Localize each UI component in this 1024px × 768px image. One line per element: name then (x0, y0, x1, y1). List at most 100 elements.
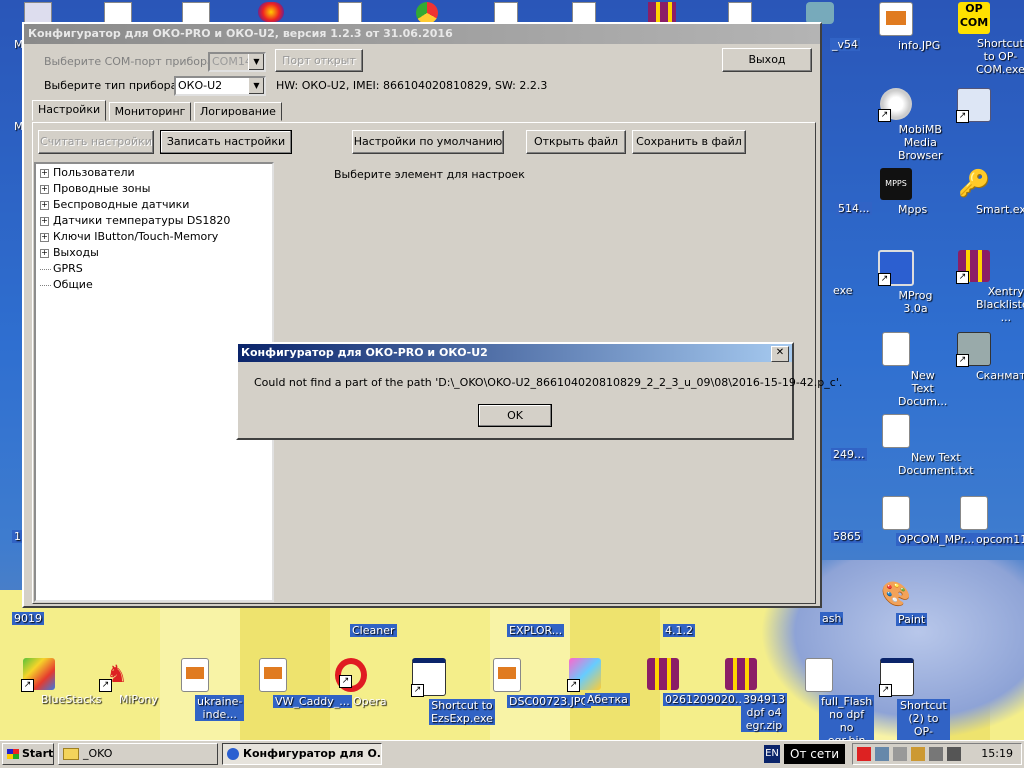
usb-icon[interactable] (947, 747, 961, 761)
tree-item-wireless-sensors[interactable]: + Беспроводные датчики (40, 197, 189, 213)
archive-icon[interactable] (648, 2, 676, 22)
desktop-top-row (20, 0, 834, 24)
device-type-select[interactable]: ОКО-U2 ▼ (174, 76, 266, 96)
image-file-icon[interactable] (572, 2, 596, 24)
desktop-icon-info-jpg[interactable]: info.JPG (857, 2, 940, 52)
desktop-icon-abetka[interactable]: ↗ Абетка (546, 658, 630, 706)
chevron-down-icon: ▼ (248, 78, 264, 94)
windows-logo-icon (7, 749, 19, 759)
desktop-icon-ukraine[interactable]: ukraine-inde... (156, 658, 245, 721)
read-settings-button[interactable]: Считать настройки (38, 130, 154, 154)
exit-button[interactable]: Выход (722, 48, 812, 72)
desktop-icon-0261209020[interactable]: 0261209020... (624, 658, 748, 706)
desktop-icon-ezsexp[interactable]: ↗ Shortcut to EzsExp.exe (390, 658, 495, 725)
desktop-icon-paint[interactable]: 🎨 Paint (857, 578, 935, 626)
tray-app-icon[interactable] (857, 747, 871, 761)
language-indicator[interactable]: EN (764, 745, 780, 763)
my-computer-icon[interactable] (24, 2, 52, 24)
desktop-icon-newtext1[interactable]: New Text Docum... (857, 332, 947, 408)
start-button[interactable]: Start (2, 743, 54, 765)
image-file-icon (493, 658, 521, 692)
image-file-icon (259, 658, 287, 692)
expand-icon[interactable]: + (40, 232, 49, 242)
desktop-icon-vwcaddy[interactable]: VW_Caddy_... (234, 658, 352, 708)
mpps-icon: MPPS (880, 168, 912, 200)
app-icon[interactable] (258, 2, 284, 22)
desktop-icon-394913[interactable]: 394913 dpf o4 egr.zip (702, 658, 787, 732)
power-status-tooltip: От сети (784, 744, 846, 764)
expand-icon[interactable]: + (40, 184, 49, 194)
bluestacks-icon: ↗ (21, 658, 55, 692)
tree-item-general[interactable]: Общие (40, 277, 93, 293)
error-message: Could not find a part of the path 'D:\_O… (254, 376, 843, 389)
ok-button[interactable]: OK (478, 404, 552, 427)
open-file-button[interactable]: Открыть файл (526, 130, 626, 154)
image-file-icon[interactable] (338, 2, 362, 24)
desktop-icon-mobimb[interactable]: ↗ MobiMB Media Browser (857, 88, 943, 162)
tree-item-temperature-sensors[interactable]: + Датчики температуры DS1820 (40, 213, 230, 229)
battery-icon[interactable] (929, 747, 943, 761)
desktop-icon-fullflash[interactable]: full_Flash no dpf no egr.bin (780, 658, 875, 747)
desktop-icon-opcom2[interactable]: ↗ Shortcut (2) to OP-COM.exe (858, 658, 950, 751)
document-icon[interactable] (182, 2, 210, 24)
error-dialog: Конфигуратор для ОКО-PRO и ОКО-U2 ✕ Coul… (236, 342, 842, 440)
text-file-icon (882, 414, 910, 448)
com-port-select[interactable]: COM14 ▼ (208, 52, 266, 72)
desktop-icon-opcom[interactable]: OP COM Shortcut to OP-COM.exe (935, 2, 1024, 76)
image-file-icon[interactable] (494, 2, 518, 24)
desktop-icon-mipony[interactable]: ♞ ↗ MiPony (78, 658, 158, 706)
mobimb-icon: ↗ (878, 88, 912, 122)
tab-monitoring[interactable]: Мониторинг (108, 102, 192, 121)
document-icon[interactable] (104, 2, 132, 24)
key-icon: 🔑 (958, 169, 991, 199)
opera-icon: ↗ (335, 658, 367, 692)
desktop-icon-mpps[interactable]: MPPS Mpps (857, 168, 935, 216)
port-open-button[interactable]: Порт открыт (275, 49, 363, 72)
desktop-icon-bluestacks[interactable]: ↗ BlueStacks (0, 658, 102, 706)
device-type-label: Выберите тип прибора: (44, 79, 182, 92)
chevron-down-icon: ▼ (248, 54, 264, 70)
clock[interactable]: 15:19 (981, 744, 1013, 764)
desktop-icon-dsc00723[interactable]: DSC00723.JPG (468, 658, 592, 708)
desktop-icon-opcom111[interactable]: opcom111.ept (935, 496, 1024, 546)
mipony-icon: ♞ ↗ (99, 658, 133, 692)
expand-icon[interactable]: + (40, 168, 49, 178)
tab-logging[interactable]: Логирование (193, 102, 282, 121)
paint-icon: 🎨 (881, 580, 911, 608)
system-tray: 15:19 (852, 743, 1022, 765)
taskbar-item-configurator[interactable]: Конфигуратор для О... (222, 743, 382, 765)
shield-icon[interactable] (911, 747, 925, 761)
chrome-icon[interactable] (416, 2, 438, 24)
desktop-icon-mprog[interactable]: ↗ MProg 3.0a (857, 250, 935, 315)
tree-item-gprs[interactable]: GPRS (40, 261, 83, 277)
tab-settings[interactable]: Настройки (32, 100, 107, 121)
desktop-icon-scanmatik[interactable]: ↗ Сканматик (935, 332, 1024, 382)
tree-item-outputs[interactable]: + Выходы (40, 245, 99, 261)
default-settings-button[interactable]: Настройки по умолчанию (352, 130, 504, 154)
taskbar-item-oko-folder[interactable]: _OKO (58, 743, 218, 765)
desktop-icon-newtext2[interactable]: New Text Document.txt (857, 414, 974, 477)
tree-item-ibutton-keys[interactable]: + Ключи IButton/Touch-Memory (40, 229, 218, 245)
desktop-icon-smart[interactable]: 🔑 Smart.exe (935, 168, 1024, 216)
volume-icon[interactable] (893, 747, 907, 761)
desktop-icon-opcom-mpr[interactable]: OPCOM_MPr... (857, 496, 977, 546)
network-icon[interactable] (875, 747, 889, 761)
text-file-icon (882, 332, 910, 366)
window-title[interactable]: Конфигуратор для ОКО-PRO и ОКО-U2, верси… (24, 24, 820, 44)
tree-item-wired-zones[interactable]: + Проводные зоны (40, 181, 150, 197)
opcom-icon: OP COM (958, 2, 990, 34)
app-icon[interactable] (806, 2, 834, 24)
desktop-icon-xentry[interactable]: ↗ Xentry Blacklisted ... (935, 250, 1024, 324)
desktop-icon-opera[interactable]: ↗ Opera (312, 658, 390, 708)
save-file-button[interactable]: Сохранить в файл (632, 130, 746, 154)
image-file-icon[interactable] (728, 2, 752, 24)
expand-icon[interactable]: + (40, 200, 49, 210)
expand-icon[interactable]: + (40, 248, 49, 258)
desktop-icon-vcds[interactable]: ↗ (935, 88, 1013, 125)
tree-item-users[interactable]: + Пользователи (40, 165, 135, 181)
hardware-info: HW: ОКО-U2, IMEI: 866104020810829, SW: 2… (276, 79, 548, 92)
expand-icon[interactable]: + (40, 216, 49, 226)
dialog-title[interactable]: Конфигуратор для ОКО-PRO и ОКО-U2 (238, 344, 792, 362)
close-icon[interactable]: ✕ (771, 346, 789, 362)
write-settings-button[interactable]: Записать настройки (160, 130, 292, 154)
